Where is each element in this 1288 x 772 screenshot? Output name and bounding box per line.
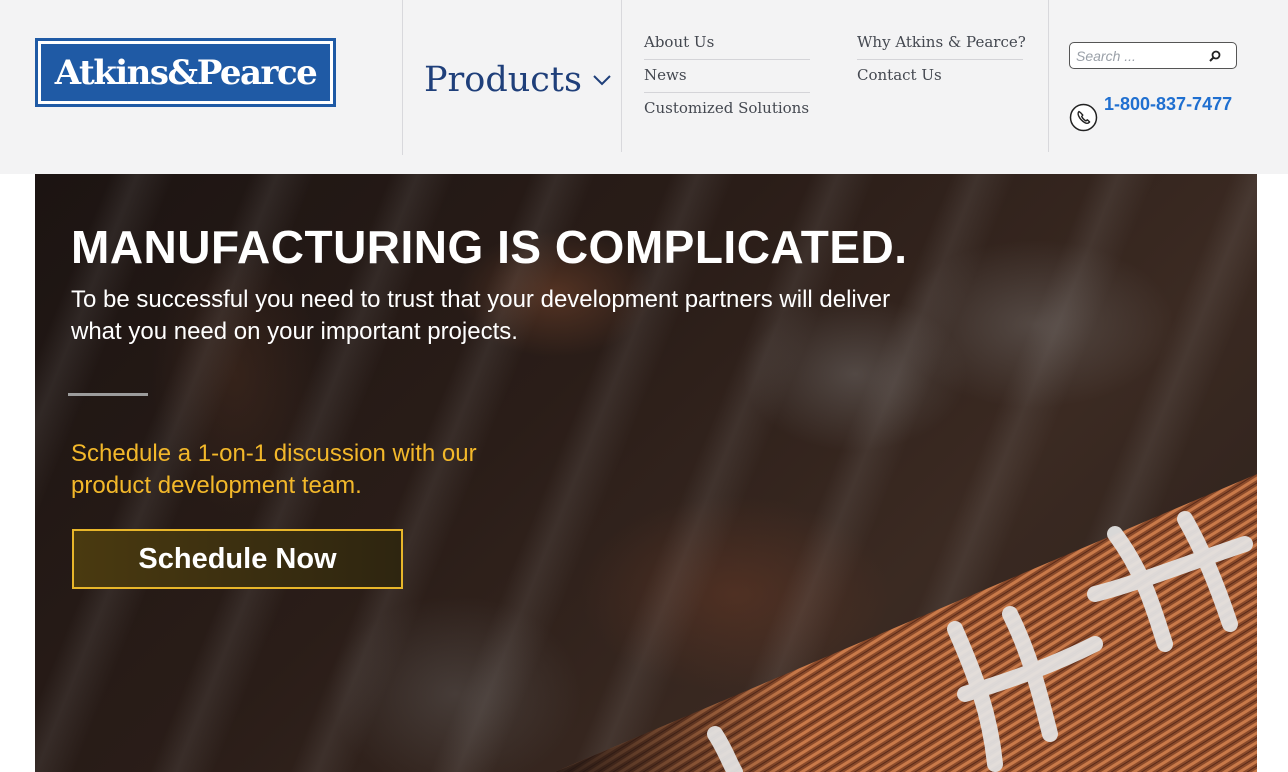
nav-contact-us[interactable]: Contact Us <box>857 66 942 84</box>
search-box <box>1069 42 1237 69</box>
nav-why-atkins-pearce[interactable]: Why Atkins & Pearce? <box>857 33 1026 51</box>
hero-banner: MANUFACTURING IS COMPLICATED. To be succ… <box>35 174 1257 772</box>
divider <box>1048 0 1049 152</box>
nav-separator <box>644 92 810 93</box>
nav-separator <box>644 59 810 60</box>
hero-title: MANUFACTURING IS COMPLICATED. <box>71 221 908 273</box>
search-icon[interactable] <box>1208 49 1222 63</box>
nav-separator <box>857 59 1023 60</box>
hero-divider <box>68 393 148 396</box>
nav-customized-solutions[interactable]: Customized Solutions <box>644 99 809 117</box>
hero-subtitle: To be successful you need to trust that … <box>71 286 891 345</box>
phone-icon <box>1069 103 1098 132</box>
phone-number-link[interactable]: 1-800-837-7477 <box>1104 89 1234 119</box>
products-menu-button[interactable]: Products <box>424 56 612 104</box>
products-label: Products <box>424 60 582 100</box>
hero-cta-text: Schedule a 1-on-1 discussion with our pr… <box>71 440 477 499</box>
nav-news[interactable]: News <box>644 66 687 84</box>
logo-text: Atkins&Pearce <box>54 52 318 93</box>
logo-inner: Atkins&Pearce <box>41 44 330 101</box>
schedule-now-button[interactable]: Schedule Now <box>72 529 403 589</box>
chevron-down-icon <box>593 75 611 86</box>
divider <box>402 0 403 155</box>
nav-about-us[interactable]: About Us <box>644 33 714 51</box>
divider <box>621 0 622 152</box>
site-header: Atkins&Pearce Products About Us News Cus… <box>0 0 1288 174</box>
logo[interactable]: Atkins&Pearce <box>35 38 336 107</box>
search-input[interactable] <box>1076 47 1206 65</box>
